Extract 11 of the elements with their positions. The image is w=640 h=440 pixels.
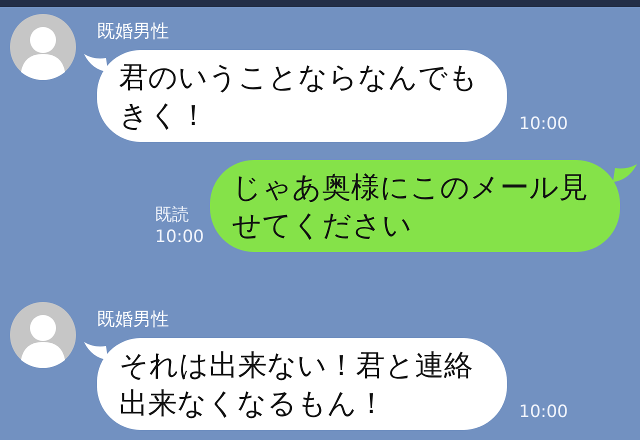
timestamp: 10:00 <box>155 226 204 248</box>
timestamp: 10:00 <box>519 402 568 424</box>
message-bubble: それは出来ない！君と連絡出来なくなるもん！ <box>97 338 507 430</box>
read-receipt: 既読 <box>155 204 190 226</box>
message-bubble: じゃあ奥様にこのメール見せてください <box>210 160 620 252</box>
timestamp: 10:00 <box>519 114 568 136</box>
sender-name: 既婚男性 <box>97 308 170 332</box>
avatar-icon <box>10 14 76 80</box>
sender-name: 既婚男性 <box>97 20 170 44</box>
message-bubble: 君のいうことならなんでもきく！ <box>97 50 507 142</box>
avatar-icon <box>10 302 76 368</box>
